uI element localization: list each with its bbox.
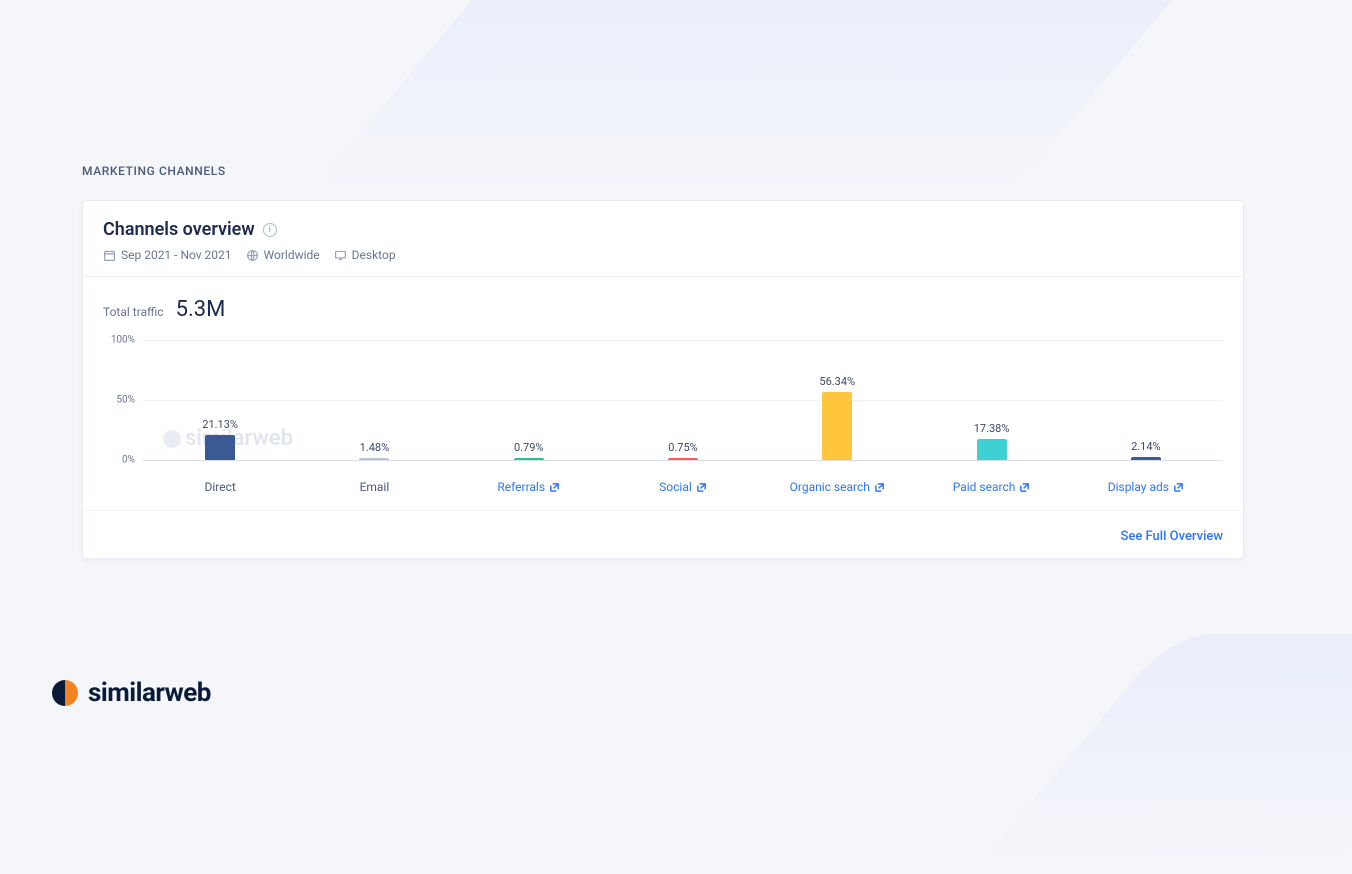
y-tick-0: 0% [103,455,135,466]
meta-device: Desktop [334,248,396,262]
bar [205,435,235,460]
bar [359,458,389,460]
category-text: Email [360,480,390,494]
category-link-paid-search[interactable]: Paid search [914,474,1068,500]
category-link-referrals[interactable]: Referrals [452,474,606,500]
external-link-icon [874,482,885,493]
category-label-email: Email [297,474,451,500]
total-traffic-value: 5.3M [176,297,226,322]
chart: similarweb 100% 50% 0% 21.13%1.48%0.79%0… [103,340,1223,500]
bar [822,392,852,460]
total-traffic: Total traffic 5.3M [103,297,1223,322]
bar-value-label: 17.38% [974,422,1010,435]
bar-value-label: 2.14% [1131,440,1161,453]
category-link-social[interactable]: Social [606,474,760,500]
brand-logo: similarweb [52,678,211,708]
section-title: MARKETING CHANNELS [82,164,226,178]
globe-icon [246,249,259,262]
category-text: Paid search [953,480,1016,494]
bar-value-label: 1.48% [360,441,390,454]
channels-card: Channels overview i Sep 2021 - Nov 2021 … [82,200,1244,559]
bar-col-organic-search: 56.34% [760,340,914,460]
info-icon[interactable]: i [263,223,277,237]
grid-line-0 [143,460,1223,461]
see-full-overview-link[interactable]: See Full Overview [1120,529,1223,544]
meta-date: Sep 2021 - Nov 2021 [103,248,232,262]
card-title-row: Channels overview i [103,219,1223,240]
background-accent-bottom [971,634,1352,874]
bar [668,458,698,460]
card-header: Channels overview i Sep 2021 - Nov 2021 … [83,201,1243,277]
bar-col-referrals: 0.79% [452,340,606,460]
category-label-direct: Direct [143,474,297,500]
category-text: Referrals [497,480,545,494]
meta-region: Worldwide [246,248,320,262]
bar-col-direct: 21.13% [143,340,297,460]
background-accent-top [304,0,1340,200]
brand-text: similarweb [88,678,211,708]
bars-container: 21.13% 1.48% 0.79% 0.75% 56.34% 17.38% 2.14% [143,340,1223,460]
bar-col-paid-search: 17.38% [914,340,1068,460]
card-title-text: Channels overview [103,219,255,240]
external-link-icon [1019,482,1030,493]
bar-col-email: 1.48% [297,340,451,460]
category-link-organic-search[interactable]: Organic search [760,474,914,500]
meta-date-text: Sep 2021 - Nov 2021 [121,248,232,262]
external-link-icon [549,482,560,493]
bar [1131,457,1161,460]
total-traffic-label: Total traffic [103,305,164,319]
meta-region-text: Worldwide [264,248,320,262]
category-text: Display ads [1108,480,1169,494]
bar-value-label: 0.75% [668,441,698,454]
y-tick-100: 100% [103,335,135,346]
brand-icon [52,680,78,706]
bar-value-label: 56.34% [819,375,855,388]
meta-device-text: Desktop [352,248,396,262]
card-body: Total traffic 5.3M similarweb 100% 50% 0… [83,277,1243,510]
x-labels: Direct Email Referrals Social Organic search… [143,474,1223,500]
bar-value-label: 0.79% [514,441,544,454]
meta-row: Sep 2021 - Nov 2021 Worldwide Desktop [103,248,1223,262]
bar-col-social: 0.75% [606,340,760,460]
external-link-icon [1173,482,1184,493]
y-tick-50: 50% [103,395,135,406]
desktop-icon [334,249,347,262]
bar-col-display-ads: 2.14% [1069,340,1223,460]
category-text: Social [659,480,692,494]
bar [514,458,544,460]
external-link-icon [696,482,707,493]
calendar-icon [103,249,116,262]
category-text: Organic search [790,480,870,494]
category-link-display-ads[interactable]: Display ads [1069,474,1223,500]
card-footer: See Full Overview [83,510,1243,558]
bar [977,439,1007,460]
category-text: Direct [204,480,235,494]
bar-value-label: 21.13% [202,418,238,431]
